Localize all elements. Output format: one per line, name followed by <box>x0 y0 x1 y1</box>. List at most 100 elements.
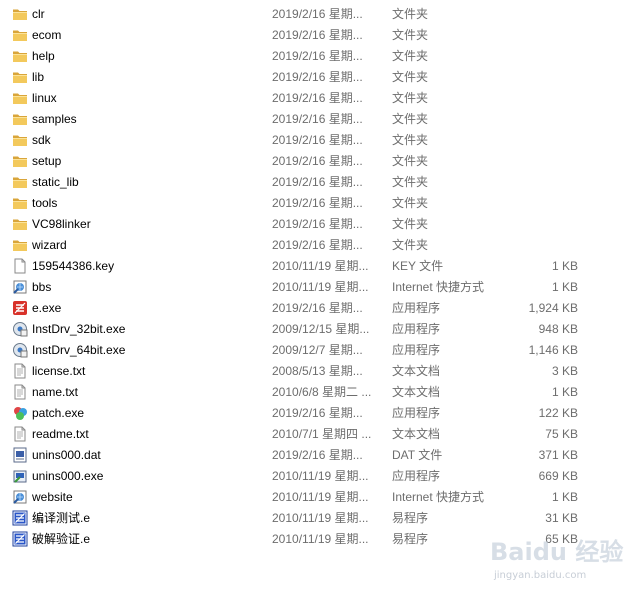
file-name: static_lib <box>32 175 79 189</box>
file-date-modified: 2010/11/19 星期... <box>272 259 369 273</box>
folder-icon <box>12 216 28 232</box>
patch-icon <box>12 405 28 421</box>
file-date-modified: 2010/11/19 星期... <box>272 511 369 525</box>
file-name: setup <box>32 154 62 168</box>
file-size: 1 KB <box>551 490 578 504</box>
file-row-tools[interactable]: tools 2019/2/16 星期... 文件夹 <box>0 193 638 214</box>
file-row-name-txt[interactable]: name.txt 2010/6/8 星期二 ... 文本文档 1 KB <box>0 382 638 403</box>
file-name: help <box>32 49 55 63</box>
file-row-instdrv-32bit-exe[interactable]: InstDrv_32bit.exe 2009/12/15 星期... 应用程序 948… <box>0 319 638 340</box>
file-type: 易程序 <box>392 532 429 546</box>
file-row-wizard[interactable]: wizard 2019/2/16 星期... 文件夹 <box>0 235 638 256</box>
file-type: 应用程序 <box>392 406 441 420</box>
file-type: 文本文档 <box>392 385 441 399</box>
folder-icon <box>12 132 28 148</box>
file-date-modified: 2019/2/16 星期... <box>272 28 363 42</box>
file-row-sdk[interactable]: sdk 2019/2/16 星期... 文件夹 <box>0 130 638 151</box>
file-row-lib[interactable]: lib 2019/2/16 星期... 文件夹 <box>0 67 638 88</box>
file-row-license-txt[interactable]: license.txt 2008/5/13 星期... 文本文档 3 KB <box>0 361 638 382</box>
file-row-help[interactable]: help 2019/2/16 星期... 文件夹 <box>0 46 638 67</box>
file-row-samples[interactable]: samples 2019/2/16 星期... 文件夹 <box>0 109 638 130</box>
file-name: patch.exe <box>32 406 85 420</box>
folder-icon <box>12 69 28 85</box>
file-size: 1 KB <box>551 385 578 399</box>
file-row-unins000-exe[interactable]: unins000.exe 2010/11/19 星期... 应用程序 669 KB <box>0 466 638 487</box>
file-row-instdrv-64bit-exe[interactable]: InstDrv_64bit.exe 2009/12/7 星期... 应用程序 1,14… <box>0 340 638 361</box>
file-type: 文件夹 <box>392 217 429 231</box>
file-type: 文本文档 <box>392 364 441 378</box>
file-name: unins000.dat <box>32 448 101 462</box>
file-date-modified: 2010/11/19 星期... <box>272 490 369 504</box>
file-date-modified: 2019/2/16 星期... <box>272 238 363 252</box>
folder-icon <box>12 153 28 169</box>
file-date-modified: 2019/2/16 星期... <box>272 448 363 462</box>
file-type: 文件夹 <box>392 238 429 252</box>
file-name: sdk <box>32 133 51 147</box>
file-type: 文件夹 <box>392 7 429 21</box>
watermark-url: jingyan.baidu.com <box>494 570 587 581</box>
file-row-clr[interactable]: clr 2019/2/16 星期... 文件夹 <box>0 4 638 25</box>
file-type: 文件夹 <box>392 49 429 63</box>
file-name: bbs <box>32 280 52 294</box>
folder-icon <box>12 6 28 22</box>
file-row-readme-txt[interactable]: readme.txt 2010/7/1 星期四 ... 文本文档 75 KB <box>0 424 638 445</box>
file-row-ecom[interactable]: ecom 2019/2/16 星期... 文件夹 <box>0 25 638 46</box>
file-date-modified: 2019/2/16 星期... <box>272 91 363 105</box>
file-type: 文件夹 <box>392 91 429 105</box>
file-type: Internet 快捷方式 <box>392 490 485 504</box>
file-date-modified: 2010/7/1 星期四 ... <box>272 427 372 441</box>
file-row-vc98linker[interactable]: VC98linker 2019/2/16 星期... 文件夹 <box>0 214 638 235</box>
file-list: clr 2019/2/16 星期... 文件夹 ecom 2019/2/16 星期...… <box>0 4 638 550</box>
file-date-modified: 2019/2/16 星期... <box>272 49 363 63</box>
e-source-icon <box>12 531 28 547</box>
blank-file-icon <box>12 258 28 274</box>
file-date-modified: 2019/2/16 星期... <box>272 175 363 189</box>
file-row-编译测试-e[interactable]: 编译测试.e 2010/11/19 星期... 易程序 31 KB <box>0 508 638 529</box>
folder-icon <box>12 237 28 253</box>
file-row-setup[interactable]: setup 2019/2/16 星期... 文件夹 <box>0 151 638 172</box>
file-name: 159544386.key <box>32 259 115 273</box>
file-row-unins000-dat[interactable]: unins000.dat 2019/2/16 星期... DAT 文件 371 KB <box>0 445 638 466</box>
file-date-modified: 2019/2/16 星期... <box>272 196 363 210</box>
file-type: 应用程序 <box>392 343 441 357</box>
file-type: 文件夹 <box>392 175 429 189</box>
file-date-modified: 2019/2/16 星期... <box>272 217 363 231</box>
file-size: 75 KB <box>545 427 578 441</box>
file-date-modified: 2019/2/16 星期... <box>272 112 363 126</box>
file-size: 1 KB <box>551 280 578 294</box>
file-row-static-lib[interactable]: static_lib 2019/2/16 星期... 文件夹 <box>0 172 638 193</box>
file-name: 编译测试.e <box>32 511 91 525</box>
folder-icon <box>12 174 28 190</box>
file-row-patch-exe[interactable]: patch.exe 2019/2/16 星期... 应用程序 122 KB <box>0 403 638 424</box>
file-name: InstDrv_64bit.exe <box>32 343 126 357</box>
file-type: 文件夹 <box>392 70 429 84</box>
file-row-e-exe[interactable]: e.exe 2019/2/16 星期... 应用程序 1,924 KB <box>0 298 638 319</box>
file-type: KEY 文件 <box>392 259 444 273</box>
file-name: e.exe <box>32 301 62 315</box>
file-name: InstDrv_32bit.exe <box>32 322 126 336</box>
file-date-modified: 2009/12/7 星期... <box>272 343 363 357</box>
file-type: 文件夹 <box>392 196 429 210</box>
folder-icon <box>12 111 28 127</box>
file-size: 948 KB <box>538 322 578 336</box>
file-date-modified: 2019/2/16 星期... <box>272 70 363 84</box>
file-row-159544386-key[interactable]: 159544386.key 2010/11/19 星期... KEY 文件 1 KB <box>0 256 638 277</box>
file-date-modified: 2019/2/16 星期... <box>272 133 363 147</box>
file-size: 1 KB <box>551 259 578 273</box>
file-row-linux[interactable]: linux 2019/2/16 星期... 文件夹 <box>0 88 638 109</box>
installer-icon <box>12 321 28 337</box>
file-row-bbs[interactable]: bbs 2010/11/19 星期... Internet 快捷方式 1 KB <box>0 277 638 298</box>
file-date-modified: 2019/2/16 星期... <box>272 7 363 21</box>
file-date-modified: 2019/2/16 星期... <box>272 301 363 315</box>
file-row-website[interactable]: website 2010/11/19 星期... Internet 快捷方式 1 KB <box>0 487 638 508</box>
text-file-icon <box>12 363 28 379</box>
file-date-modified: 2010/6/8 星期二 ... <box>272 385 372 399</box>
file-date-modified: 2010/11/19 星期... <box>272 469 369 483</box>
dat-file-icon <box>12 447 28 463</box>
file-date-modified: 2008/5/13 星期... <box>272 364 363 378</box>
internet-shortcut-icon <box>12 279 28 295</box>
file-name: clr <box>32 7 45 21</box>
file-type: 文件夹 <box>392 154 429 168</box>
file-date-modified: 2010/11/19 星期... <box>272 280 369 294</box>
file-date-modified: 2010/11/19 星期... <box>272 532 369 546</box>
